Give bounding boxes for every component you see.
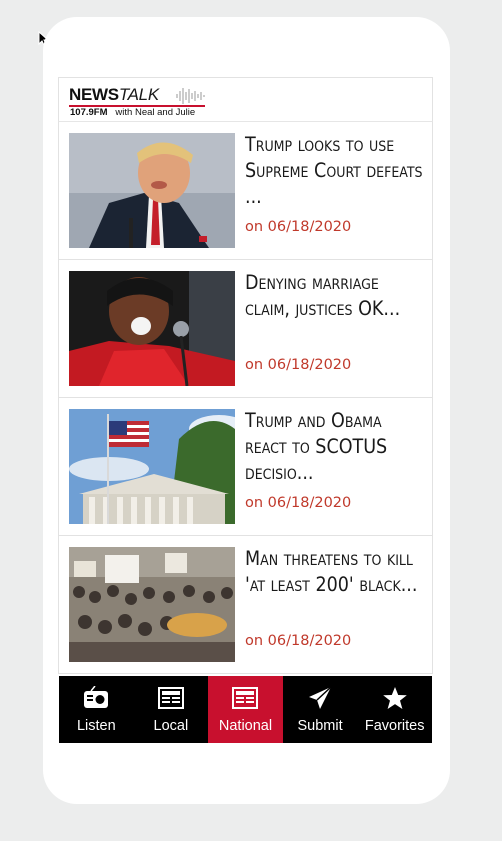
singer-red-suit-image xyxy=(69,271,235,386)
paper-plane-icon xyxy=(309,686,332,709)
newspaper-icon xyxy=(232,687,259,709)
sound-wave-icon xyxy=(176,88,205,104)
logo-tagline: with Neal and Julie xyxy=(115,107,196,118)
supreme-court-flag-image xyxy=(69,409,235,524)
article-date: on 06/18/2020 xyxy=(245,495,352,511)
trump-portrait-image xyxy=(69,133,235,248)
tab-label: Submit xyxy=(297,718,343,734)
tab-label: Listen xyxy=(76,718,116,734)
article-headline[interactable]: Trump looks to use Supreme Court defeats… xyxy=(245,132,425,210)
tab-submit[interactable]: Submit xyxy=(283,676,358,743)
article-headline[interactable]: Trump and Obama react to SCOTUS decisio.… xyxy=(245,408,425,486)
article-thumbnail[interactable] xyxy=(69,547,235,662)
tab-national[interactable]: National xyxy=(208,676,283,743)
star-icon xyxy=(382,687,407,709)
article-item[interactable]: Denying marriage claim, justices OK... o… xyxy=(59,260,432,398)
bottom-tab-bar: Listen Local National Submit Favorites xyxy=(59,676,432,743)
logo-frequency: 107.9FM xyxy=(70,107,108,118)
tab-local[interactable]: Local xyxy=(134,676,209,743)
tab-label: Favorites xyxy=(364,718,425,734)
article-list: Trump looks to use Supreme Court defeats… xyxy=(58,122,433,674)
tab-favorites[interactable]: Favorites xyxy=(357,676,432,743)
tab-label: National xyxy=(218,718,273,734)
tab-listen[interactable]: Listen xyxy=(59,676,134,743)
article-date: on 06/18/2020 xyxy=(245,357,352,373)
article-item[interactable]: Trump and Obama react to SCOTUS decisio.… xyxy=(59,398,432,536)
logo-talk: TALK xyxy=(118,85,159,104)
protest-crowd-image xyxy=(69,547,235,662)
newstalk-logo[interactable]: NEWSTALK 107.9FM with Neal and Julie xyxy=(69,83,209,119)
newspaper-icon xyxy=(157,687,184,709)
article-thumbnail[interactable] xyxy=(69,271,235,386)
article-date: on 06/18/2020 xyxy=(245,219,352,235)
radio-icon xyxy=(84,686,109,708)
app-header: NEWSTALK 107.9FM with Neal and Julie xyxy=(58,77,433,122)
article-thumbnail[interactable] xyxy=(69,133,235,248)
article-date: on 06/18/2020 xyxy=(245,633,352,649)
article-item[interactable]: Trump looks to use Supreme Court defeats… xyxy=(59,122,432,260)
article-headline[interactable]: Man threatens to kill 'at least 200' bla… xyxy=(245,546,425,598)
article-headline[interactable]: Denying marriage claim, justices OK... xyxy=(245,270,425,322)
tab-label: Local xyxy=(153,718,189,734)
logo-news: NEWS xyxy=(69,85,119,104)
article-thumbnail[interactable] xyxy=(69,409,235,524)
article-item[interactable]: Man threatens to kill 'at least 200' bla… xyxy=(59,536,432,674)
